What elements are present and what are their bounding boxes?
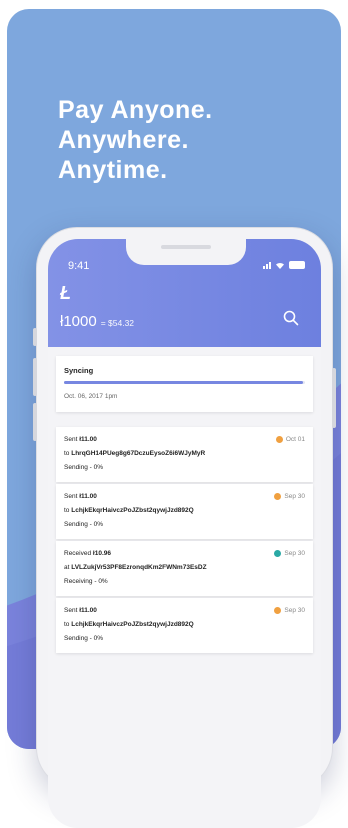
transaction-item[interactable]: Received ł10.96 Sep 30 at LVLZukjVr53PF8Ez… xyxy=(56,541,313,596)
transaction-address-line: to LchjkEkqrHaivczPoJZbst2qywjJzd892Q xyxy=(64,507,305,514)
transaction-address-line: to LchjkEkqrHaivczPoJZbst2qywjJzd892Q xyxy=(64,621,305,628)
battery-icon xyxy=(289,261,305,269)
transaction-date: Sep 30 xyxy=(274,550,305,557)
transaction-address: LchjkEkqrHaivczPoJZbst2qywjJzd892Q xyxy=(71,621,194,628)
transaction-amount: ł11.00 xyxy=(79,493,97,500)
transaction-address: LchjkEkqrHaivczPoJZbst2qywjJzd892Q xyxy=(71,507,194,514)
phone-notch xyxy=(126,239,246,265)
headline-line-3: Anytime. xyxy=(58,156,168,184)
transaction-type: Sent xyxy=(64,607,78,614)
transaction-amount: ł11.00 xyxy=(79,436,97,443)
transaction-item[interactable]: Sent ł11.00 Oct 01 to LhrqGH14PUeg8g67Dczu… xyxy=(56,427,313,482)
headline-line-1: Pay Anyone. xyxy=(58,96,213,124)
transaction-status: Sending - 0% xyxy=(64,464,104,471)
transaction-status: Receiving - 0% xyxy=(64,578,108,585)
litecoin-logo-icon: Ł xyxy=(60,283,71,303)
headline: Pay Anyone. Anywhere. Anytime. xyxy=(58,95,213,185)
status-time: 9:41 xyxy=(68,260,90,272)
transaction-address-line: to LhrqGH14PUeg8g67DczuEysoZ6i6WJyMyR xyxy=(64,450,305,457)
phone-volume-down xyxy=(33,403,37,441)
transaction-type: Sent xyxy=(64,493,78,500)
sync-progress-bar xyxy=(64,381,305,384)
sync-progress-fill xyxy=(64,381,303,384)
balance-amount: ł1000 xyxy=(60,313,97,330)
transaction-date-label: Sep 30 xyxy=(284,493,305,500)
transaction-summary: Sent ł11.00 xyxy=(64,607,97,614)
transaction-summary: Sent ł11.00 xyxy=(64,436,97,443)
phone-side-button xyxy=(33,328,37,346)
transaction-summary: Received ł10.96 xyxy=(64,550,111,557)
transaction-status-dot-icon xyxy=(275,436,283,443)
transaction-status: Sending - 0% xyxy=(64,635,104,642)
transaction-preposition: at xyxy=(64,564,70,571)
transaction-amount: ł10.96 xyxy=(92,550,111,557)
transaction-date-label: Sep 30 xyxy=(284,607,305,614)
transaction-address-line: at LVLZukjVr53PF8EzronqdKm2FWNm73EsDZ xyxy=(64,564,305,571)
transaction-date-label: Oct 01 xyxy=(285,436,305,443)
wallet-header: 9:41 Ł ł1000 = $54.32 xyxy=(48,239,321,347)
wallet-balance[interactable]: ł1000 = $54.32 xyxy=(60,313,134,330)
sync-title: Syncing xyxy=(64,366,94,375)
transaction-preposition: to xyxy=(64,450,70,457)
transaction-date-label: Sep 30 xyxy=(284,550,305,557)
transaction-summary: Sent ł11.00 xyxy=(64,493,97,500)
transaction-address: LVLZukjVr53PF8EzronqdKm2FWNm73EsDZ xyxy=(71,564,207,571)
app-screen: 9:41 Ł ł1000 = $54.32 Syncing Oct. 06, 2… xyxy=(48,239,321,828)
transaction-status-dot-icon xyxy=(274,607,282,614)
wifi-icon xyxy=(276,262,284,269)
balance-fiat: = $54.32 xyxy=(100,318,135,328)
transaction-status-dot-icon xyxy=(274,493,282,500)
transaction-address: LhrqGH14PUeg8g67DczuEysoZ6i6WJyMyR xyxy=(71,450,206,457)
transaction-item[interactable]: Sent ł11.00 Sep 30 to LchjkEkqrHaivczPoJZb… xyxy=(56,484,313,539)
transaction-preposition: to xyxy=(64,621,70,628)
sync-card: Syncing Oct. 06, 2017 1pm xyxy=(56,356,313,412)
transaction-date: Sep 30 xyxy=(274,493,305,500)
transaction-item[interactable]: Sent ł11.00 Sep 30 to LchjkEkqrHaivczPoJZb… xyxy=(56,598,313,653)
status-icons xyxy=(263,261,305,269)
transaction-date: Oct 01 xyxy=(275,436,305,443)
sync-date: Oct. 06, 2017 1pm xyxy=(64,393,118,400)
transaction-status: Sending - 0% xyxy=(64,521,104,528)
signal-icon xyxy=(263,262,271,269)
headline-line-2: Anywhere. xyxy=(58,126,189,154)
transaction-preposition: to xyxy=(64,507,70,514)
phone-frame: 9:41 Ł ł1000 = $54.32 Syncing Oct. 06, 2… xyxy=(33,228,336,828)
transaction-date: Sep 30 xyxy=(274,607,305,614)
transaction-status-dot-icon xyxy=(274,550,282,557)
phone-power-button xyxy=(332,368,336,428)
transaction-amount: ł11.00 xyxy=(79,607,97,614)
phone-volume-up xyxy=(33,358,37,396)
transaction-type: Received xyxy=(64,550,92,557)
search-icon[interactable] xyxy=(283,310,299,326)
transaction-type: Sent xyxy=(64,436,78,443)
